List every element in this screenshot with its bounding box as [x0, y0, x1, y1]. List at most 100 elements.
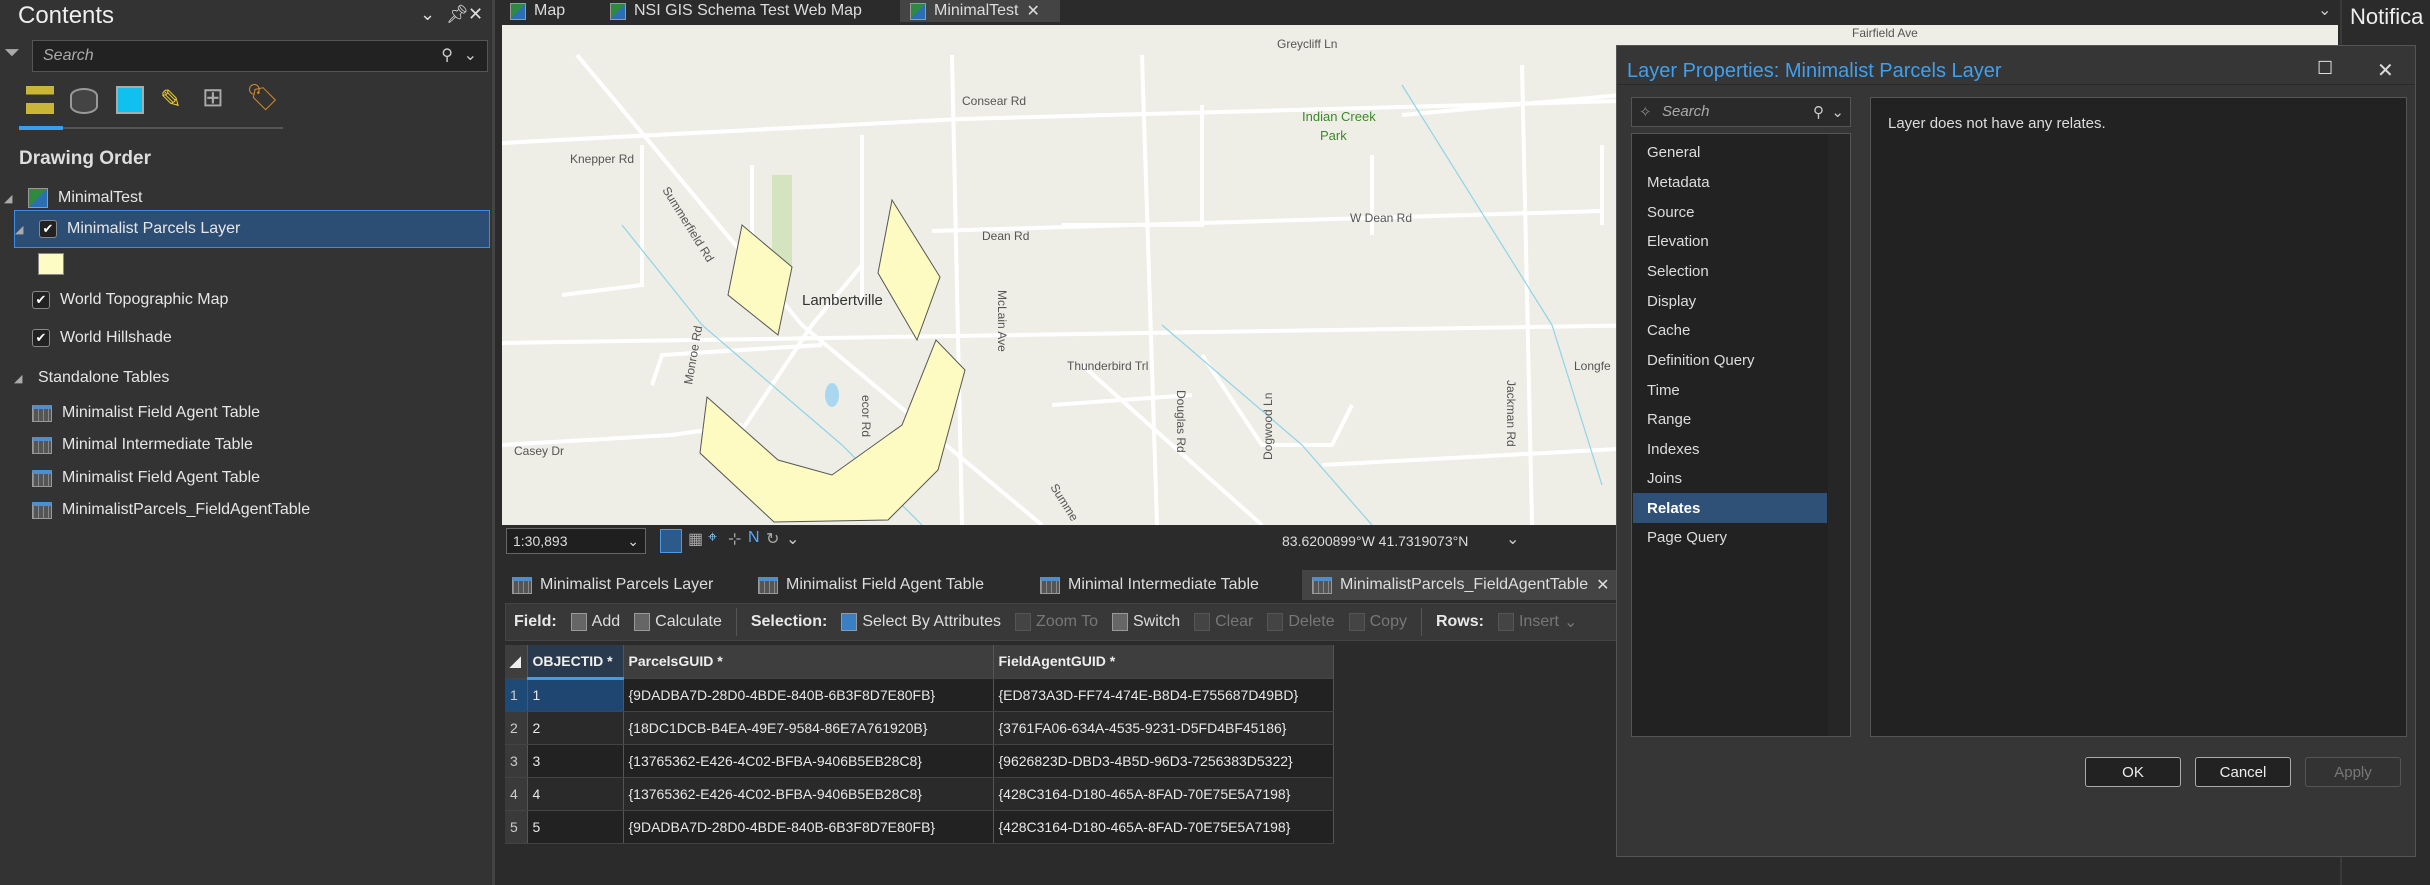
label-tag-icon[interactable]: 🏷︎ [246, 82, 279, 113]
tree-table[interactable]: Minimal Intermediate Table [32, 428, 253, 462]
pencil-icon[interactable]: ✎ [160, 84, 182, 115]
delete-button[interactable]: Delete [1267, 613, 1335, 631]
pin-icon[interactable]: 📌︎ [446, 4, 469, 25]
visibility-checkbox[interactable]: ✔ [32, 329, 50, 347]
insert-rows-button[interactable]: Insert ⌄ [1497, 612, 1577, 632]
cell[interactable]: {9DADBA7D-28D0-4BDE-840B-6B3F8D7E80FB} [623, 810, 994, 844]
grid-icon[interactable]: ▦ [688, 529, 703, 549]
copy-button[interactable]: Copy [1348, 613, 1407, 631]
cell[interactable]: {18DC1DCB-B4EA-49E7-9584-86E7A761920B} [623, 711, 994, 745]
table-row[interactable]: 4 4 {13765362-E426-4C02-BFBA-9406B5EB28C8}… [505, 777, 1334, 811]
cell[interactable]: {9DADBA7D-28D0-4BDE-840B-6B3F8D7E80FB} [623, 678, 994, 712]
cell[interactable]: 4 [527, 777, 624, 811]
cell[interactable]: 2 [527, 711, 624, 745]
zoom-to-button[interactable]: Zoom To [1015, 613, 1098, 631]
ok-button[interactable]: OK [2085, 757, 2181, 787]
nav-display[interactable]: Display [1633, 286, 1827, 316]
calculate-field-button[interactable]: Calculate [634, 613, 722, 631]
attribute-table[interactable]: ◢ OBJECTID * ParcelsGUID * FieldAgentGUI… [505, 645, 1334, 844]
table-tab-field-agent[interactable]: Minimalist Field Agent Table [748, 570, 994, 600]
nav-selection[interactable]: Selection [1633, 256, 1827, 286]
clear-selection-button[interactable]: Clear [1194, 613, 1253, 631]
cell[interactable]: {13765362-E426-4C02-BFBA-9406B5EB28C8} [623, 744, 994, 778]
table-row[interactable]: 5 5 {9DADBA7D-28D0-4BDE-840B-6B3F8D7E80FB}… [505, 810, 1334, 844]
nav-time[interactable]: Time [1633, 375, 1827, 405]
cell[interactable]: 5 [527, 810, 624, 844]
selection-tab-icon[interactable] [116, 86, 144, 114]
table-row[interactable]: 3 3 {13765362-E426-4C02-BFBA-9406B5EB28C8}… [505, 744, 1334, 778]
nav-page-query[interactable]: Page Query [1633, 522, 1827, 552]
contents-search-input[interactable]: Search ⚲ ⌄ [32, 40, 488, 72]
nav-definition-query[interactable]: Definition Query [1633, 345, 1827, 375]
tree-table[interactable]: MinimalistParcels_FieldAgentTable [32, 493, 310, 527]
expand-icon[interactable]: ◢ [4, 192, 18, 205]
cancel-button[interactable]: Cancel [2195, 757, 2291, 787]
search-icon[interactable]: ⚲ [1813, 103, 1824, 121]
apply-button[interactable]: Apply [2305, 757, 2401, 787]
nav-source[interactable]: Source [1633, 197, 1827, 227]
nav-scrollbar[interactable] [1828, 134, 1850, 736]
row-number[interactable]: 5 [505, 810, 528, 844]
close-icon[interactable]: ✕ [2377, 58, 2394, 83]
constraints-icon[interactable]: ⊹ [728, 529, 741, 549]
cell[interactable]: {3761FA06-634A-4535-9231-D5FD4BF45186} [993, 711, 1334, 745]
close-icon[interactable]: ✕ [1026, 1, 1039, 21]
north-arrow-icon[interactable]: N [748, 529, 760, 547]
cell[interactable]: {428C3164-D180-465A-8FAD-70E75E5A7198} [993, 777, 1334, 811]
cell[interactable]: 1 [527, 678, 624, 712]
nav-cache[interactable]: Cache [1633, 315, 1827, 345]
row-number[interactable]: 1 [505, 678, 528, 712]
select-by-attributes-button[interactable]: Select By Attributes [841, 613, 1001, 631]
table-tab-intermediate[interactable]: Minimal Intermediate Table [1030, 570, 1269, 600]
drawing-order-tab-icon[interactable] [26, 86, 54, 114]
filter-icon[interactable]: ⏷ [4, 42, 20, 65]
tree-table[interactable]: Minimalist Field Agent Table [32, 396, 260, 430]
tree-layer-world-hillshade[interactable]: ✔ World Hillshade [32, 321, 172, 355]
cell[interactable]: {428C3164-D180-465A-8FAD-70E75E5A7198} [993, 810, 1334, 844]
cell[interactable]: 3 [527, 744, 624, 778]
table-row[interactable]: 1 1 {9DADBA7D-28D0-4BDE-840B-6B3F8D7E80FB}… [505, 678, 1334, 712]
search-icon[interactable]: ⚲ [441, 45, 453, 65]
snapping-icon[interactable]: ⌖ [708, 529, 717, 547]
tree-standalone-tables[interactable]: ◢ Standalone Tables [14, 361, 169, 395]
nav-metadata[interactable]: Metadata [1633, 167, 1827, 197]
expand-icon[interactable]: ◢ [14, 372, 28, 385]
column-header-fieldagentguid[interactable]: FieldAgentGUID * [993, 645, 1334, 679]
row-number[interactable]: 3 [505, 744, 528, 778]
data-source-tab-icon[interactable] [70, 88, 98, 114]
add-field-button[interactable]: Add [570, 613, 620, 631]
nav-elevation[interactable]: Elevation [1633, 226, 1827, 256]
tab-minimaltest[interactable]: MinimalTest ✕ [900, 0, 1060, 22]
tab-list-chevron-icon[interactable]: ⌄ [2318, 0, 2331, 20]
tree-table[interactable]: Minimalist Field Agent Table [32, 461, 260, 495]
table-tab-parcels-fieldagent[interactable]: MinimalistParcels_FieldAgentTable ✕ [1302, 570, 1620, 600]
correction-icon[interactable]: ↻ [766, 529, 779, 549]
close-icon[interactable]: ✕ [468, 4, 483, 25]
tab-map[interactable]: Map [500, 0, 575, 22]
table-row[interactable]: 2 2 {18DC1DCB-B4EA-49E7-9584-86E7A761920B}… [505, 711, 1334, 745]
nav-relates[interactable]: Relates [1633, 493, 1827, 523]
expand-icon[interactable]: ◢ [15, 223, 29, 236]
chevron-down-icon[interactable]: ⌄ [420, 4, 435, 25]
scale-selector[interactable]: 1:30,893 ⌄ [506, 528, 646, 554]
cell[interactable]: {13765362-E426-4C02-BFBA-9406B5EB28C8} [623, 777, 994, 811]
select-all-corner[interactable]: ◢ [505, 645, 528, 679]
visibility-checkbox[interactable]: ✔ [32, 291, 50, 309]
pane-splitter[interactable] [492, 0, 495, 885]
row-number[interactable]: 4 [505, 777, 528, 811]
column-header-objectid[interactable]: OBJECTID * [527, 645, 624, 680]
nav-range[interactable]: Range [1633, 404, 1827, 434]
cell[interactable]: {9626823D-DBD3-4B5D-96D3-7256383D5322} [993, 744, 1334, 778]
snapping-tab-icon[interactable]: ⊞ [202, 82, 224, 113]
chevron-down-icon[interactable]: ⌄ [1831, 103, 1844, 121]
tab-nsi-web-map[interactable]: NSI GIS Schema Test Web Map [600, 0, 872, 22]
chevron-down-icon[interactable]: ⌄ [786, 529, 799, 549]
nav-indexes[interactable]: Indexes [1633, 434, 1827, 464]
chevron-down-icon[interactable]: ⌄ [464, 45, 477, 65]
symbol-swatch[interactable] [38, 253, 64, 275]
parcel-polygons[interactable] [699, 198, 966, 523]
maximize-icon[interactable]: ☐ [2317, 58, 2333, 79]
nav-general[interactable]: General [1633, 137, 1827, 167]
nav-joins[interactable]: Joins [1633, 463, 1827, 493]
coordinate-format-chevron-icon[interactable]: ⌄ [1506, 529, 1519, 549]
